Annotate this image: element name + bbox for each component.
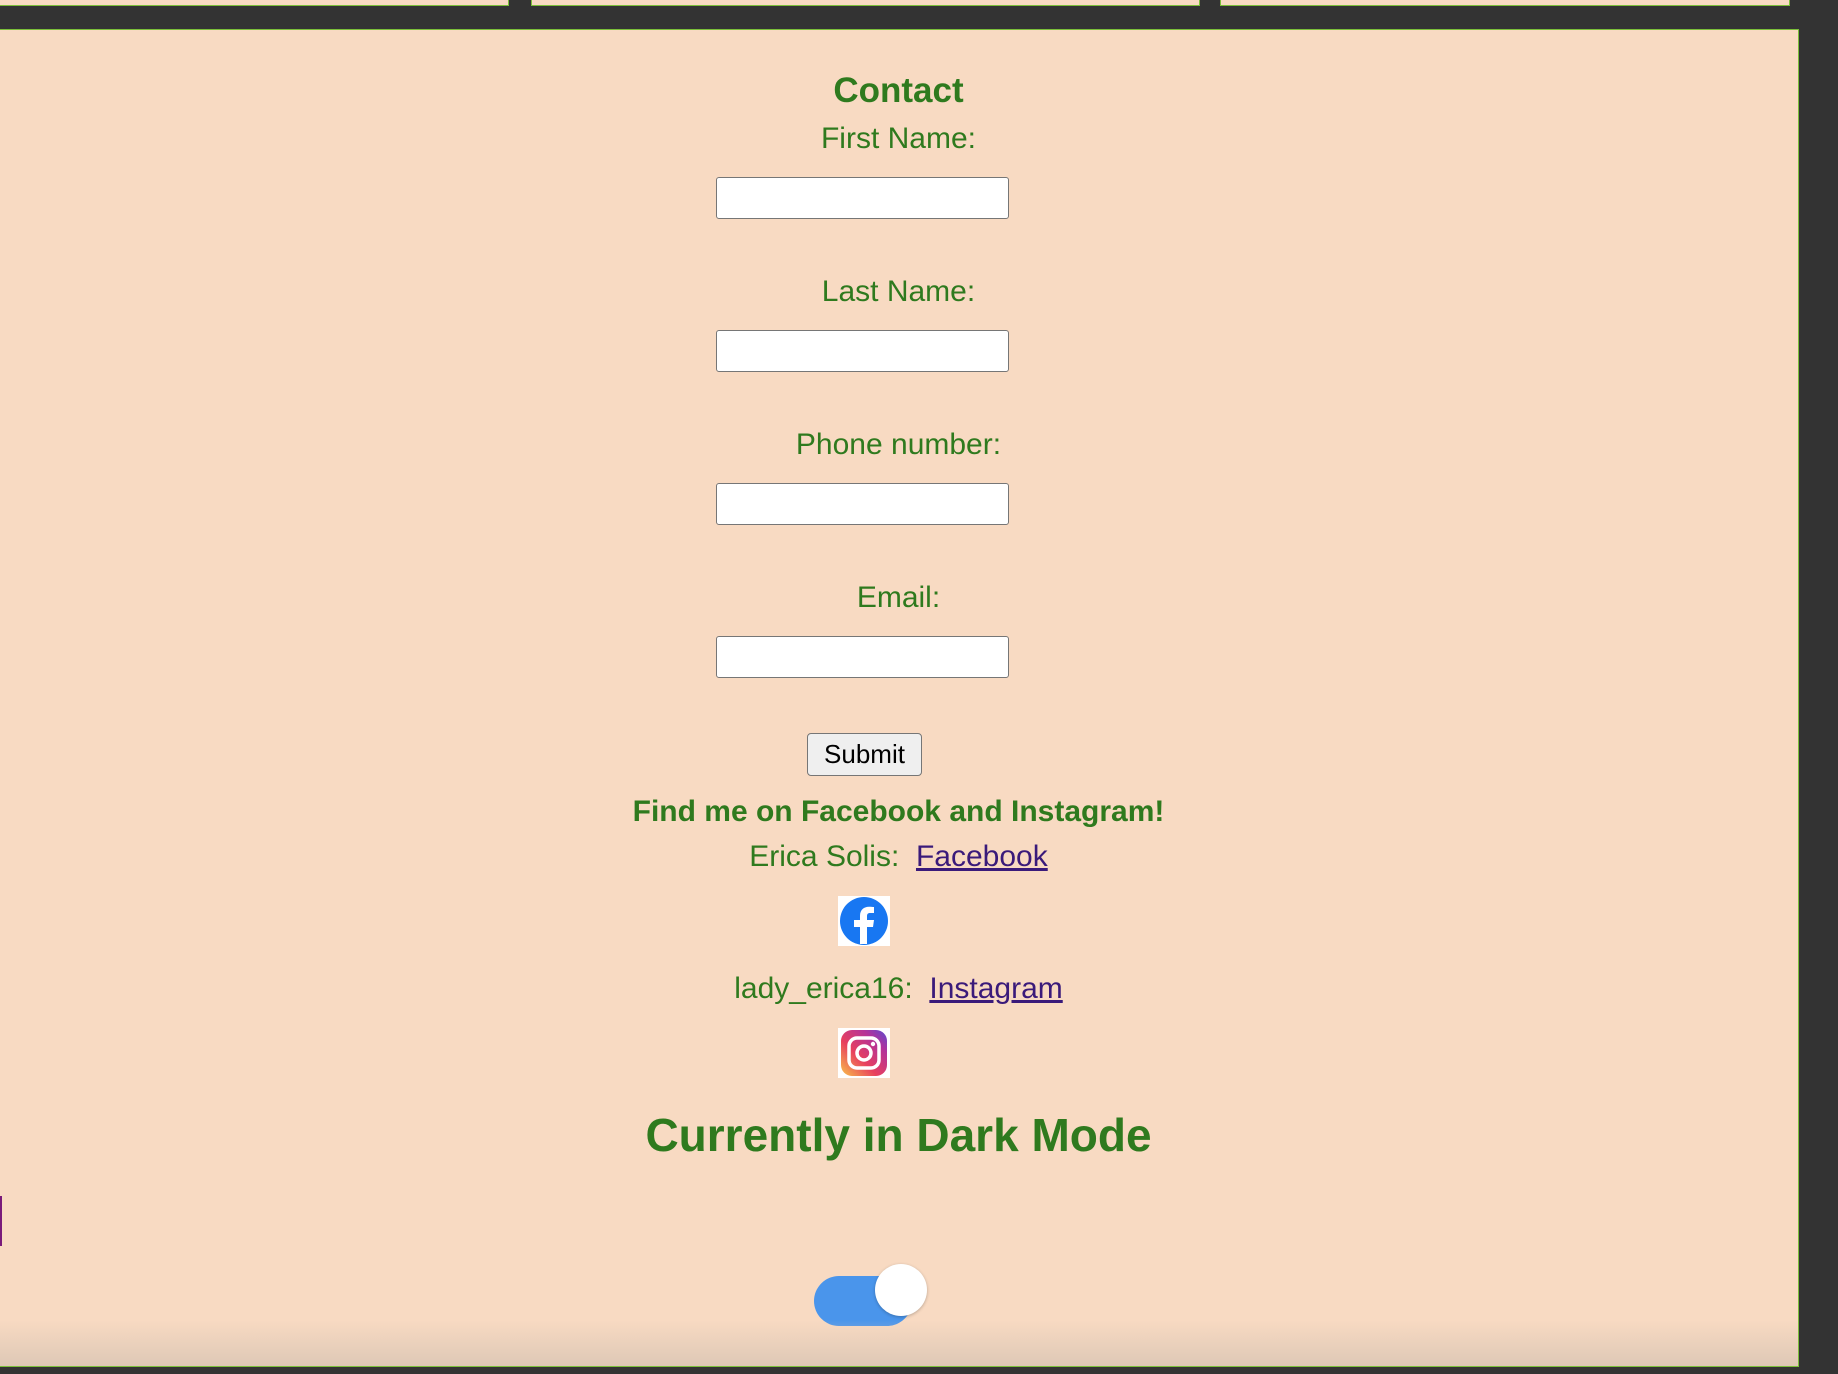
instagram-link[interactable]: Instagram (929, 972, 1062, 1005)
left-edge-marker (0, 1196, 2, 1246)
facebook-line: Erica Solis: Facebook (0, 840, 1798, 874)
top-card-middle (531, 0, 1200, 6)
instagram-icon[interactable] (838, 1028, 890, 1078)
submit-button[interactable]: Submit (807, 733, 922, 776)
first-name-input[interactable] (716, 177, 1009, 219)
dark-mode-toggle-knob[interactable] (875, 1264, 927, 1316)
first-name-label: First Name: (820, 122, 976, 155)
facebook-link[interactable]: Facebook (916, 840, 1048, 873)
contact-title: Contact (833, 71, 964, 110)
last-name-input[interactable] (716, 330, 1009, 372)
top-card-left (0, 0, 509, 6)
email-input[interactable] (716, 636, 1009, 678)
instagram-line: lady_erica16: Instagram (0, 972, 1798, 1006)
instagram-name: lady_erica16: (734, 972, 913, 1005)
phone-number-input[interactable] (716, 483, 1009, 525)
contact-panel: Contact First Name: Last Name: Phone num… (0, 29, 1799, 1367)
last-name-label: Last Name: (821, 275, 976, 308)
facebook-icon[interactable] (838, 896, 890, 946)
email-label: Email: (856, 581, 941, 614)
dark-mode-heading: Currently in Dark Mode (645, 1109, 1152, 1161)
phone-number-label: Phone number: (795, 428, 1002, 461)
facebook-name: Erica Solis: (749, 840, 900, 873)
top-card-right (1220, 0, 1790, 6)
social-heading: Find me on Facebook and Instagram! (632, 795, 1165, 828)
